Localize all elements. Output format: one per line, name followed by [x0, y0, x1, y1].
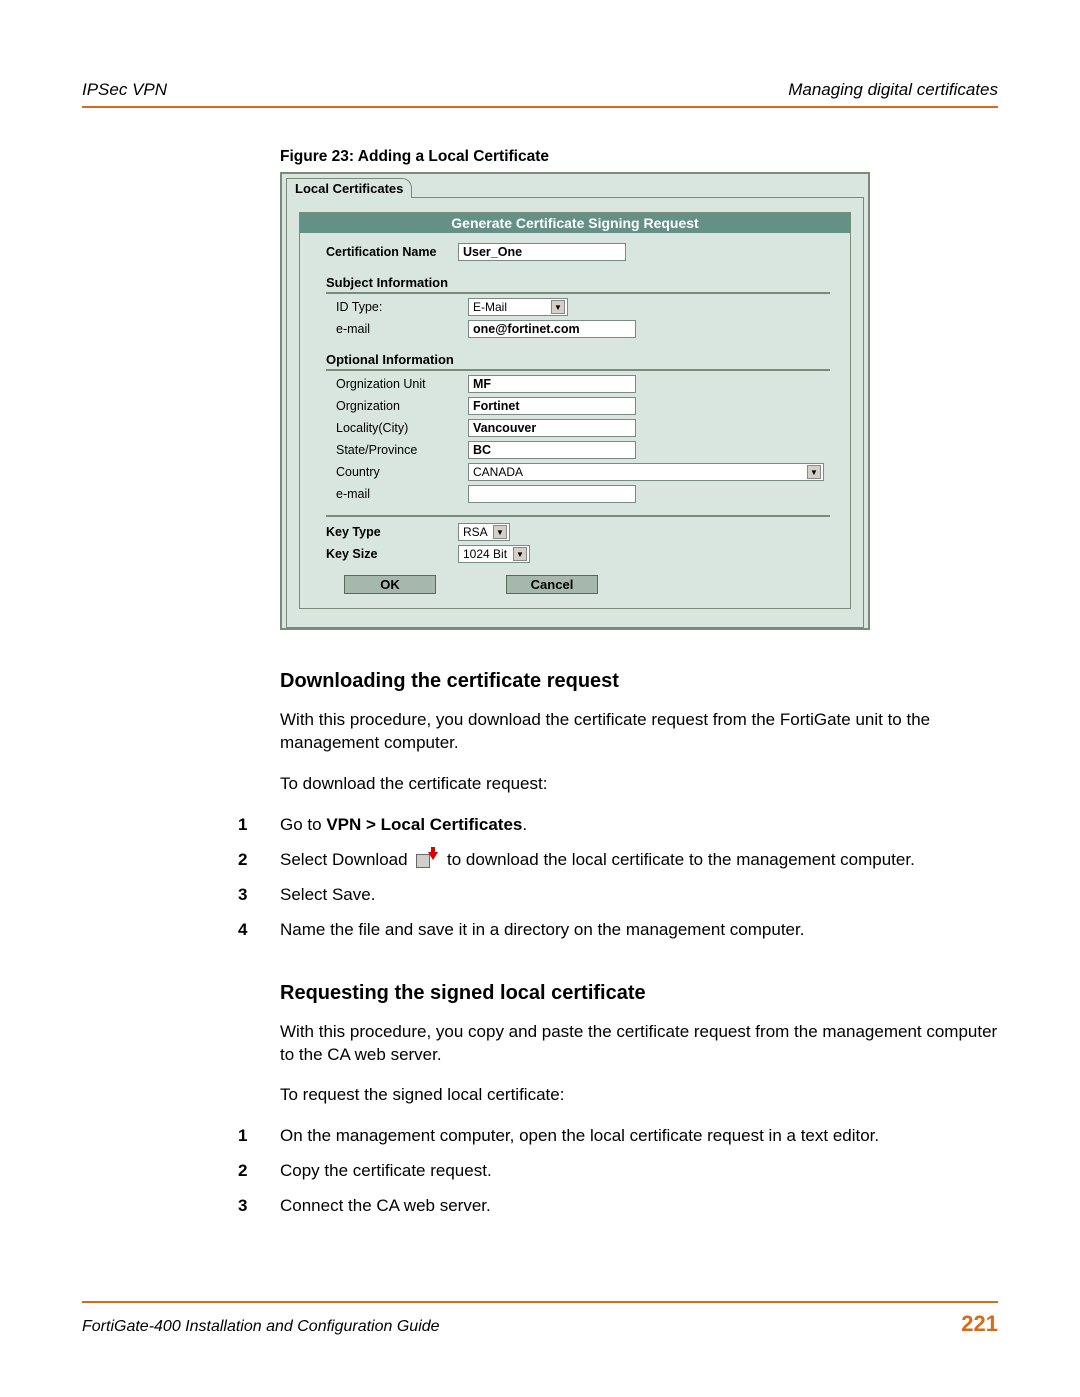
key-type-label: Key Type [326, 525, 458, 539]
org-unit-input[interactable]: MF [468, 375, 636, 393]
step-text: Select Save. [280, 884, 998, 907]
email-label: e-mail [326, 322, 468, 336]
key-size-label: Key Size [326, 547, 458, 561]
country-select[interactable]: CANADA ▼ [468, 463, 824, 481]
step-number: 4 [238, 919, 280, 942]
country-value: CANADA [473, 465, 523, 479]
id-type-label: ID Type: [326, 300, 468, 314]
chevron-down-icon: ▼ [493, 525, 507, 539]
figure-caption: Figure 23: Adding a Local Certificate [280, 148, 998, 166]
id-type-value: E-Mail [473, 300, 507, 314]
step-number: 1 [238, 814, 280, 837]
body-text: To download the certificate request: [280, 773, 998, 796]
header-rule [82, 106, 998, 108]
country-label: Country [326, 465, 468, 479]
email-input[interactable]: one@fortinet.com [468, 320, 636, 338]
org-unit-label: Orgnization Unit [326, 377, 468, 391]
header-right: Managing digital certificates [788, 80, 998, 100]
id-type-select[interactable]: E-Mail ▼ [468, 298, 568, 316]
locality-input[interactable]: Vancouver [468, 419, 636, 437]
step-text: Select Download to download the local ce… [280, 849, 998, 872]
chevron-down-icon: ▼ [513, 547, 527, 561]
section-heading-request: Requesting the signed local certificate [280, 982, 998, 1005]
body-text: To request the signed local certificate: [280, 1084, 998, 1107]
key-type-select[interactable]: RSA ▼ [458, 523, 510, 541]
cert-name-label: Certification Name [326, 245, 458, 259]
tab-local-certificates[interactable]: Local Certificates [286, 178, 412, 198]
opt-email-label: e-mail [326, 487, 468, 501]
step-text: Go to VPN > Local Certificates. [280, 814, 998, 837]
step-text: Connect the CA web server. [280, 1195, 998, 1218]
state-input[interactable]: BC [468, 441, 636, 459]
cert-name-input[interactable]: User_One [458, 243, 626, 261]
subject-info-heading: Subject Information [326, 275, 830, 294]
key-size-value: 1024 Bit [463, 547, 507, 561]
step-text: Copy the certificate request. [280, 1160, 998, 1183]
step-text: Name the file and save it in a directory… [280, 919, 998, 942]
key-type-value: RSA [463, 525, 488, 539]
chevron-down-icon: ▼ [551, 300, 565, 314]
locality-label: Locality(City) [326, 421, 468, 435]
state-label: State/Province [326, 443, 468, 457]
step-number: 2 [238, 849, 280, 872]
opt-email-input[interactable] [468, 485, 636, 503]
footer-text: FortiGate-400 Installation and Configura… [82, 1318, 440, 1336]
panel-title: Generate Certificate Signing Request [300, 213, 850, 233]
footer-rule [82, 1301, 998, 1303]
section-heading-download: Downloading the certificate request [280, 670, 998, 693]
org-input[interactable]: Fortinet [468, 397, 636, 415]
page-number: 221 [961, 1311, 998, 1337]
screenshot-panel: Local Certificates Generate Certificate … [280, 172, 870, 630]
step-number: 3 [238, 1195, 280, 1218]
header-left: IPSec VPN [82, 80, 167, 100]
body-text: With this procedure, you copy and paste … [280, 1021, 998, 1067]
key-size-select[interactable]: 1024 Bit ▼ [458, 545, 530, 563]
step-text: On the management computer, open the loc… [280, 1125, 998, 1148]
org-label: Orgnization [326, 399, 468, 413]
step-number: 2 [238, 1160, 280, 1183]
cancel-button[interactable]: Cancel [506, 575, 598, 594]
body-text: With this procedure, you download the ce… [280, 709, 998, 755]
download-icon [416, 852, 438, 868]
step-number: 3 [238, 884, 280, 907]
chevron-down-icon: ▼ [807, 465, 821, 479]
ok-button[interactable]: OK [344, 575, 436, 594]
step-number: 1 [238, 1125, 280, 1148]
optional-info-heading: Optional Information [326, 352, 830, 371]
